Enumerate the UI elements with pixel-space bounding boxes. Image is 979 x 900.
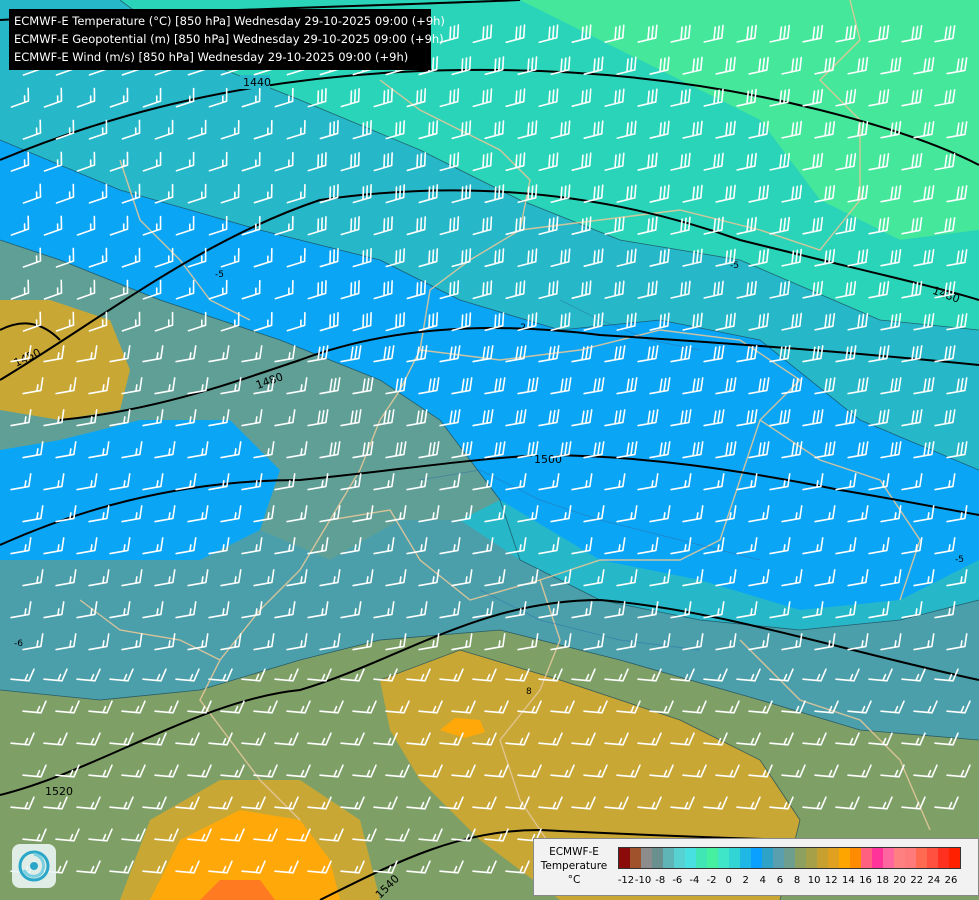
legend-swatch xyxy=(883,848,894,868)
legend-swatch xyxy=(795,848,806,868)
isohypse-label-1520: 1520 xyxy=(45,785,73,798)
legend-swatch xyxy=(751,848,762,868)
legend-swatch xyxy=(696,848,707,868)
legend-swatch xyxy=(905,848,916,868)
legend-tick-label: -4 xyxy=(689,875,700,886)
legend-label-unit: °C xyxy=(567,874,581,886)
legend-tick-label: 14 xyxy=(841,875,855,886)
legend-tick-label: 22 xyxy=(910,875,924,886)
legend-swatch xyxy=(850,848,861,868)
legend-tick-label: 26 xyxy=(944,875,958,886)
legend-tick-label: -8 xyxy=(655,875,666,886)
legend-swatch xyxy=(718,848,729,868)
legend-swatch xyxy=(938,848,949,868)
legend-swatch xyxy=(641,848,652,868)
map-title-box: ECMWF-E Temperature (°C) [850 hPa] Wedne… xyxy=(9,9,445,70)
legend-swatch xyxy=(762,848,773,868)
legend-tick-label: 8 xyxy=(793,875,801,886)
legend-tick-label: -10 xyxy=(634,875,652,886)
legend-tick-label: 4 xyxy=(759,875,767,886)
legend-swatch xyxy=(806,848,817,868)
legend-swatch xyxy=(652,848,663,868)
legend-swatch xyxy=(619,848,630,868)
legend-swatch xyxy=(894,848,905,868)
legend-swatch xyxy=(839,848,850,868)
legend-tick-label: 12 xyxy=(824,875,838,886)
legend-swatch xyxy=(927,848,938,868)
legend-tick-label: 0 xyxy=(725,875,732,886)
legend-tick-label: -6 xyxy=(672,875,683,886)
legend-swatch xyxy=(773,848,784,868)
legend-swatch xyxy=(729,848,740,868)
title-temperature: ECMWF-E Temperature (°C) [850 hPa] Wedne… xyxy=(14,14,445,28)
legend-swatch xyxy=(740,848,751,868)
legend-swatch xyxy=(674,848,685,868)
temperature-legend: ECMWF-E Temperature °C -12 -10 -8 -6 -4 -2 0 2 4… xyxy=(533,838,979,896)
legend-tick-label: 24 xyxy=(927,875,941,886)
title-wind: ECMWF-E Wind (m/s) [850 hPa] Wednesday 2… xyxy=(14,50,409,64)
legend-swatch xyxy=(707,848,718,868)
legend-swatch xyxy=(817,848,828,868)
legend-swatch xyxy=(784,848,795,868)
isotherm-label-a: -5 xyxy=(215,270,224,280)
title-geopotential: ECMWF-E Geopotential (m) [850 hPa] Wedne… xyxy=(14,32,444,46)
legend-color-scale xyxy=(618,847,961,869)
meteo-swirl-icon[interactable] xyxy=(12,844,56,888)
legend-tick-label: 18 xyxy=(876,875,889,886)
legend-label-variable: Temperature xyxy=(540,860,608,872)
legend-tick-label: -2 xyxy=(706,875,717,886)
legend-tick-label: 2 xyxy=(742,875,749,886)
legend-tick-label: -12 xyxy=(617,875,635,886)
legend-swatch xyxy=(663,848,674,868)
legend-ticks: -12 -10 -8 -6 -4 -2 0 2 4 6 8 10 12 14 16 18 20 22 24 26 xyxy=(618,875,978,889)
legend-label: ECMWF-E Temperature °C xyxy=(534,845,614,887)
legend-swatch xyxy=(872,848,883,868)
weather-map[interactable]: 1440 1480 1500 1520 1540 1480 1450 -5 -2… xyxy=(0,0,979,900)
legend-tick-label: 10 xyxy=(807,875,821,886)
isotherm-label-e: -6 xyxy=(14,639,23,649)
legend-swatch xyxy=(949,848,960,868)
legend-swatch xyxy=(916,848,927,868)
legend-swatch xyxy=(685,848,696,868)
legend-tick-label: 6 xyxy=(776,875,784,886)
isohypse-label-1440: 1440 xyxy=(243,76,271,89)
legend-tick-label: 20 xyxy=(893,875,907,886)
legend-tick-label: 16 xyxy=(859,875,872,886)
isotherm-label-d: -5 xyxy=(955,555,964,565)
legend-swatch xyxy=(630,848,641,868)
legend-swatch xyxy=(828,848,839,868)
isohypse-label-1500: 1500 xyxy=(534,453,562,466)
legend-swatch xyxy=(861,848,872,868)
isotherm-label-f: 8 xyxy=(526,687,532,697)
legend-label-model: ECMWF-E xyxy=(549,846,599,858)
